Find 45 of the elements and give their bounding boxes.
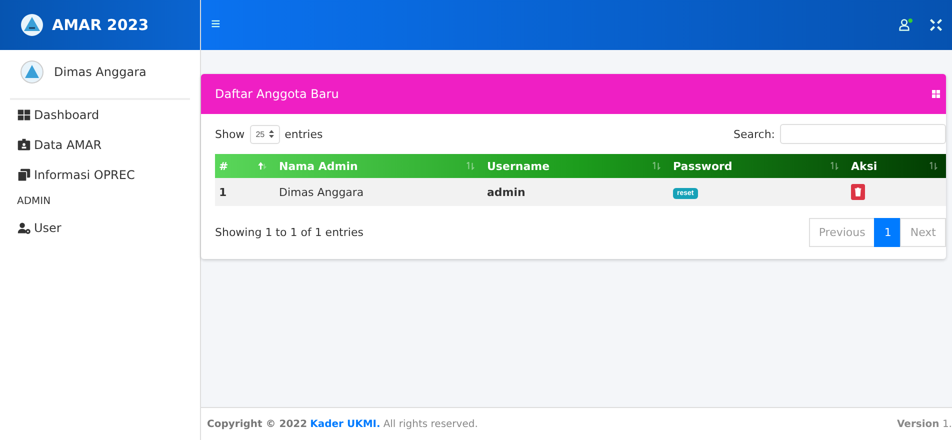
- brand-title[interactable]: AMAR 2023: [52, 16, 149, 34]
- page-button[interactable]: Previous: [808, 218, 876, 247]
- footer-link[interactable]: Kader UKMI.: [310, 418, 380, 430]
- grid-icon: [17, 108, 31, 122]
- user-icon[interactable]: [898, 18, 914, 32]
- nav-item[interactable]: Data AMAR: [0, 130, 200, 160]
- user-gear-icon: [17, 221, 31, 235]
- id-badge-icon: [17, 138, 31, 152]
- page-size-select[interactable]: 25: [250, 124, 280, 144]
- nav-item[interactable]: User: [0, 213, 200, 243]
- fullscreen-icon[interactable]: [928, 18, 944, 32]
- sort-icon[interactable]: [258, 162, 267, 170]
- table-info: Showing 1 to 1 of 1 entries: [215, 226, 364, 239]
- page-button[interactable]: 1: [874, 218, 902, 247]
- rights-text: All rights reserved.: [383, 418, 478, 430]
- trash-icon: [854, 187, 862, 197]
- sort-icon[interactable]: [652, 162, 661, 170]
- grid-icon[interactable]: [932, 90, 940, 98]
- nav-section-header: ADMIN: [16, 195, 52, 209]
- caret-icon: [268, 130, 274, 138]
- show-label: Show: [215, 128, 245, 140]
- column-header[interactable]: Username: [487, 160, 550, 172]
- version-text: Version 1.: [896, 418, 952, 430]
- avatar-icon: [20, 60, 44, 84]
- logo-icon: [20, 13, 44, 37]
- nav-item[interactable]: Informasi OPREC: [0, 160, 200, 190]
- column-header[interactable]: Aksi: [851, 160, 878, 172]
- copyright-text: Copyright © 2022: [207, 418, 308, 430]
- copy-icon: [17, 168, 31, 182]
- table-cell: 1: [219, 186, 227, 198]
- sort-icon[interactable]: [466, 162, 475, 170]
- search-label: Search:: [734, 128, 775, 140]
- page-button[interactable]: Next: [900, 218, 946, 247]
- nav-item[interactable]: Dashboard: [0, 100, 200, 130]
- user-name[interactable]: Dimas Anggara: [54, 65, 146, 79]
- table-cell: Dimas Anggara: [279, 186, 364, 198]
- sort-icon[interactable]: [929, 162, 938, 170]
- delete-button[interactable]: [851, 184, 865, 200]
- search-field[interactable]: [780, 124, 946, 144]
- column-header[interactable]: Password: [673, 160, 732, 172]
- card-title: Daftar Anggota Baru: [215, 87, 339, 101]
- sort-icon[interactable]: [830, 162, 839, 170]
- entries-label: entries: [284, 128, 323, 140]
- table-cell: admin: [487, 186, 526, 198]
- menu-button[interactable]: ≡: [211, 16, 220, 34]
